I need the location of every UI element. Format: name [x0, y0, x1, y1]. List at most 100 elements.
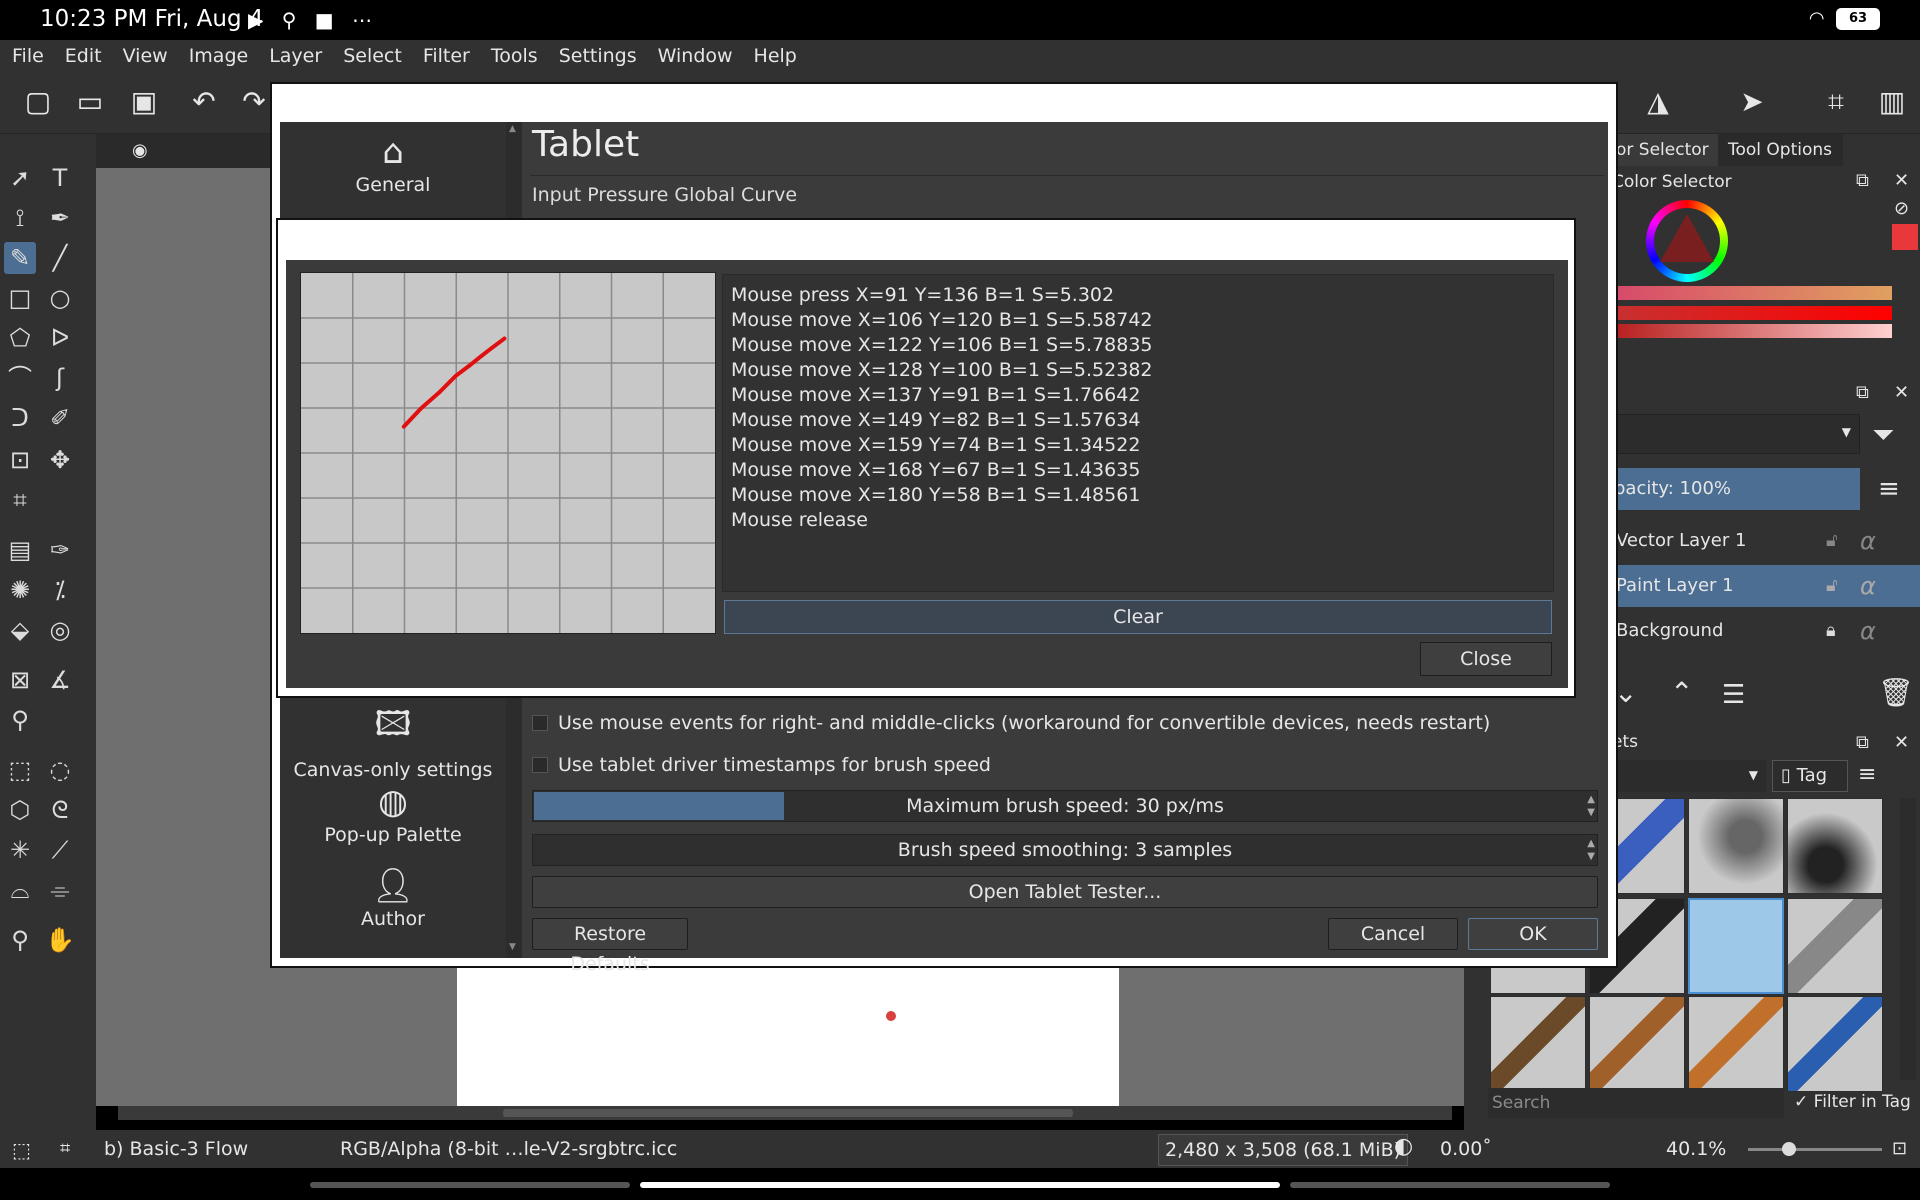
- fill-tool-icon[interactable]: ⬙: [4, 614, 36, 646]
- save-icon[interactable]: ▣: [126, 84, 162, 120]
- brush-preset[interactable]: [1787, 798, 1883, 894]
- home-gesture-bar[interactable]: [640, 1182, 1280, 1188]
- tab-tool-options[interactable]: Tool Options: [1718, 134, 1843, 166]
- menu-image[interactable]: Image: [176, 40, 257, 67]
- delete-layer-icon[interactable]: 🗑︎: [1878, 676, 1914, 709]
- color-wheel[interactable]: [1646, 200, 1728, 282]
- selection-display-icon[interactable]: ⬚: [12, 1138, 31, 1162]
- filter-icon[interactable]: ⏷: [1872, 418, 1894, 452]
- gradient-tool-icon[interactable]: ▤: [4, 534, 36, 566]
- spin-arrows-icon[interactable]: ▲ ▼: [1587, 837, 1595, 863]
- timestamps-checkbox[interactable]: Use tablet driver timestamps for brush s…: [532, 754, 991, 776]
- alpha-lock-icon[interactable]: α: [1860, 565, 1876, 607]
- close-button[interactable]: Close: [1420, 642, 1552, 676]
- crop-icon[interactable]: ⌗: [1818, 84, 1854, 120]
- current-color-swatch[interactable]: [1892, 224, 1918, 250]
- rotation-value[interactable]: 0.00˚: [1440, 1138, 1492, 1160]
- crop-tool-icon[interactable]: ⌗: [4, 484, 36, 516]
- smart-patch-tool-icon[interactable]: ✺: [4, 574, 36, 606]
- close-docker-icon[interactable]: ✕: [1894, 170, 1909, 191]
- float-presets-icon[interactable]: ⧉: [1856, 732, 1869, 753]
- menu-edit[interactable]: Edit: [52, 40, 110, 67]
- contiguous-selection-icon[interactable]: ✳: [4, 834, 36, 866]
- move-tool-icon[interactable]: ✥: [44, 444, 76, 476]
- freehand-brush-tool-icon[interactable]: ✎: [4, 242, 36, 274]
- saturation-slider[interactable]: [1616, 306, 1892, 320]
- brush-preset[interactable]: [1490, 996, 1586, 1092]
- brush-preset-selected[interactable]: [1688, 898, 1784, 994]
- lock-icon[interactable]: 🔒︎: [1826, 610, 1836, 652]
- layer-properties-icon[interactable]: ☰: [1722, 680, 1745, 710]
- rotation-dial-icon[interactable]: ◐: [1394, 1134, 1413, 1159]
- float-layers-icon[interactable]: ⧉: [1856, 382, 1869, 403]
- sidebar-item-author[interactable]: 👤︎ Author: [280, 866, 506, 930]
- restore-defaults-button[interactable]: Restore Defaults: [532, 918, 688, 975]
- brush-preset[interactable]: [1787, 898, 1883, 994]
- multibrush-tool-icon[interactable]: ✐: [44, 402, 76, 434]
- menu-select[interactable]: Select: [330, 40, 410, 67]
- opacity-slider[interactable]: pacity: 100%: [1614, 468, 1860, 510]
- reference-tool-icon[interactable]: ⚲: [4, 704, 36, 736]
- layer-row[interactable]: Background 🔒︎ α: [1610, 610, 1920, 652]
- sidebar-item-canvas-only[interactable]: 🖾︎ Canvas-only settings: [280, 700, 506, 781]
- zoom-slider[interactable]: [1748, 1142, 1882, 1156]
- brush-preset[interactable]: [1688, 798, 1784, 894]
- transform-tool-icon[interactable]: ⊡: [4, 444, 36, 476]
- menu-settings[interactable]: Settings: [546, 40, 645, 67]
- polygonal-selection-icon[interactable]: ⬡: [4, 794, 36, 826]
- menu-layer[interactable]: Layer: [256, 40, 330, 67]
- move-layer-up-icon[interactable]: ⌃: [1670, 676, 1693, 709]
- brush-speed-smoothing-slider[interactable]: Brush speed smoothing: 3 samples ▲ ▼: [532, 834, 1598, 866]
- fit-view-icon[interactable]: ⊡: [1892, 1138, 1907, 1159]
- zoom-tool-icon[interactable]: ⚲: [4, 924, 36, 956]
- layer-row[interactable]: Vector Layer 1 🔓︎ α: [1610, 520, 1920, 562]
- horizontal-scrollbar[interactable]: [118, 1106, 1452, 1120]
- pan-tool-icon[interactable]: ✋: [44, 924, 76, 956]
- checkbox-box[interactable]: [532, 757, 548, 773]
- cancel-button[interactable]: Cancel: [1328, 918, 1458, 950]
- presets-scrollbar[interactable]: [1900, 798, 1916, 1080]
- layer-row[interactable]: Paint Layer 1 🔓︎ α: [1610, 565, 1920, 607]
- value-slider[interactable]: [1616, 324, 1892, 338]
- alpha-lock-icon[interactable]: α: [1860, 520, 1876, 562]
- mirror-icon[interactable]: ◮: [1640, 84, 1676, 120]
- open-tablet-tester-button[interactable]: Open Tablet Tester...: [532, 876, 1598, 908]
- bezier-tool-icon[interactable]: ⌒: [4, 362, 36, 394]
- lock-icon[interactable]: 🔓︎: [1826, 520, 1838, 562]
- brush-preset[interactable]: [1589, 996, 1685, 1092]
- max-brush-speed-slider[interactable]: Maximum brush speed: 30 px/ms ▲ ▼: [532, 790, 1598, 822]
- preset-search-input[interactable]: Search: [1488, 1088, 1784, 1118]
- polyline-tool-icon[interactable]: ᐅ: [44, 322, 76, 354]
- menu-tools[interactable]: Tools: [478, 40, 546, 67]
- menu-file[interactable]: File: [0, 40, 52, 67]
- workspace-icon[interactable]: ▥: [1874, 84, 1910, 120]
- rectangular-selection-icon[interactable]: ⬚: [4, 754, 36, 786]
- dynamic-brush-tool-icon[interactable]: ᑐ: [4, 402, 36, 434]
- scrollbar-thumb[interactable]: [503, 1109, 1073, 1117]
- bezier-selection-icon[interactable]: ⌓: [4, 874, 36, 906]
- alpha-lock-icon[interactable]: α: [1860, 610, 1876, 652]
- brush-preset[interactable]: [1688, 996, 1784, 1092]
- polygon-tool-icon[interactable]: ⬠: [4, 322, 36, 354]
- close-layers-icon[interactable]: ✕: [1894, 382, 1909, 403]
- text-tool-icon[interactable]: T: [44, 162, 76, 194]
- presets-menu-icon[interactable]: ≡: [1858, 762, 1876, 787]
- brush-preset[interactable]: [1787, 996, 1883, 1092]
- freehand-path-tool-icon[interactable]: ʃ: [44, 362, 76, 394]
- close-presets-icon[interactable]: ✕: [1894, 732, 1909, 753]
- no-color-icon[interactable]: ⊘: [1894, 198, 1909, 219]
- lock-icon[interactable]: 🔓︎: [1826, 565, 1838, 607]
- measure-tool-icon[interactable]: ∡: [44, 664, 76, 696]
- new-document-icon[interactable]: ▢: [20, 84, 56, 120]
- assistant-editor-icon[interactable]: ⊠: [4, 664, 36, 696]
- tester-drawing-area[interactable]: [300, 272, 716, 634]
- color-picker-tool-icon[interactable]: ✑: [44, 534, 76, 566]
- tab-color-selector[interactable]: or Selector: [1606, 134, 1719, 166]
- edit-shapes-tool-icon[interactable]: ⟟: [4, 202, 36, 234]
- sidebar-item-popup-palette[interactable]: ◍ Pop-up Palette: [280, 782, 506, 846]
- spin-arrows-icon[interactable]: ▲ ▼: [1587, 793, 1595, 819]
- checkbox-box[interactable]: [532, 715, 548, 731]
- menu-filter[interactable]: Filter: [410, 40, 478, 67]
- assistant-tool-icon[interactable]: ⁒: [44, 574, 76, 606]
- undo-icon[interactable]: ↶: [186, 84, 222, 120]
